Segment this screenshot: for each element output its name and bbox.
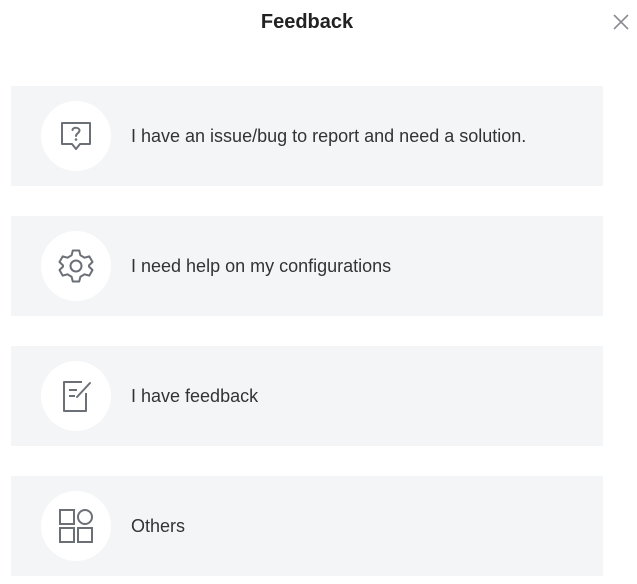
close-icon bbox=[613, 14, 629, 30]
edit-note-icon bbox=[63, 381, 91, 412]
option-label: I need help on my configurations bbox=[131, 256, 392, 276]
gear-icon bbox=[58, 249, 94, 283]
option-label: I have feedback bbox=[131, 386, 259, 406]
option-feedback[interactable]: I have feedback bbox=[11, 346, 603, 446]
option-icon-circle bbox=[41, 361, 111, 431]
option-issue-bug[interactable]: I have an issue/bug to report and need a… bbox=[11, 86, 603, 186]
option-configuration-help[interactable]: I need help on my configurations bbox=[11, 216, 603, 316]
option-label: Others bbox=[131, 516, 186, 536]
option-icon-circle bbox=[41, 231, 111, 301]
dialog-title: Feedback bbox=[260, 11, 354, 33]
close-button[interactable] bbox=[609, 10, 633, 34]
option-others[interactable]: Others bbox=[11, 476, 603, 576]
question-chat-icon bbox=[61, 122, 91, 150]
option-icon-circle bbox=[41, 101, 111, 171]
grid-shapes-icon bbox=[59, 509, 93, 543]
option-label: I have an issue/bug to report and need a… bbox=[131, 126, 527, 146]
option-icon-circle bbox=[41, 491, 111, 561]
